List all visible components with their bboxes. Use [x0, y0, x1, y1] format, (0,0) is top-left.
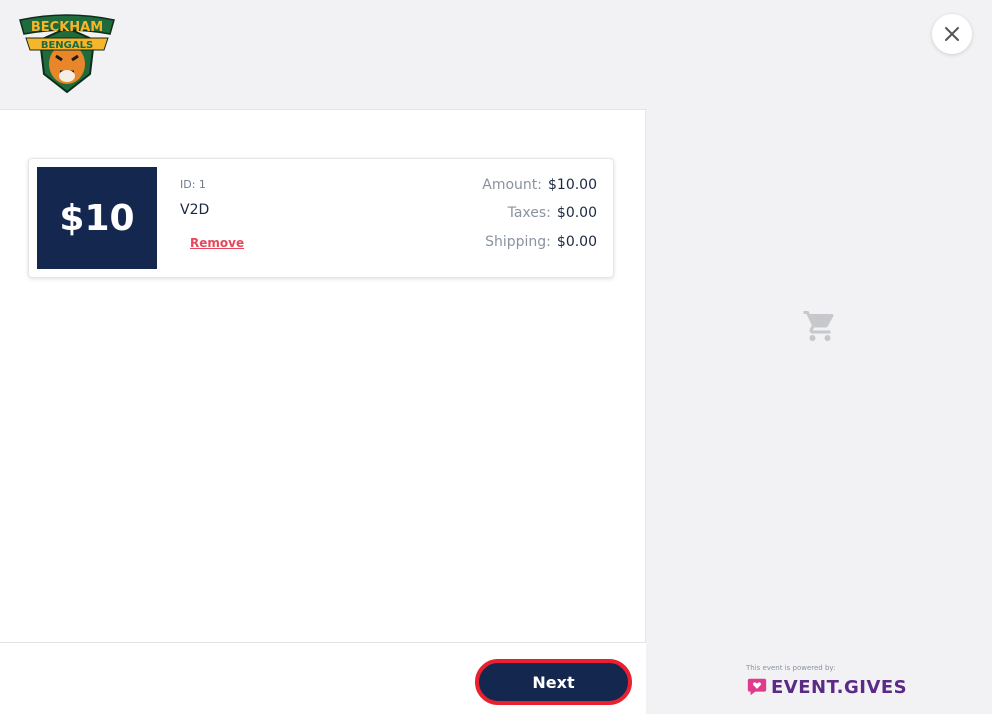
- cart-panel: BECKHAM BENGALS $10 ID: 1 V2D Remove Amo…: [0, 0, 646, 714]
- logo-bottom-text: BENGALS: [41, 40, 93, 51]
- amount-row: Amount: $10.00: [482, 177, 597, 193]
- next-button[interactable]: Next: [475, 659, 632, 705]
- amount-value: $10.00: [548, 177, 597, 193]
- taxes-row: Taxes: $0.00: [508, 205, 597, 221]
- item-name: V2D: [180, 202, 210, 218]
- cart-icon: [803, 311, 834, 341]
- header: BECKHAM BENGALS: [0, 0, 646, 110]
- shipping-row: Shipping: $0.00: [485, 234, 597, 250]
- beckham-bengals-logo: BECKHAM BENGALS: [19, 14, 115, 94]
- heart-chat-icon: [747, 678, 767, 696]
- close-icon: [945, 27, 959, 41]
- remove-button[interactable]: Remove: [190, 236, 244, 250]
- taxes-value: $0.00: [556, 205, 597, 221]
- event-gives-brand[interactable]: EVENT.GIVES: [746, 676, 907, 698]
- footer: Next: [0, 642, 646, 714]
- cart-item-card: $10 ID: 1 V2D Remove Amount: $10.00 Taxe…: [28, 158, 614, 278]
- powered-by-text: This event is powered by:: [746, 664, 836, 672]
- shipping-label: Shipping:: [485, 234, 551, 250]
- close-button[interactable]: [932, 14, 972, 54]
- item-id: ID: 1: [180, 178, 206, 191]
- price-tile: $10: [37, 167, 157, 269]
- taxes-label: Taxes:: [507, 205, 551, 221]
- brand-name: EVENT.GIVES: [771, 676, 908, 698]
- shipping-value: $0.00: [556, 234, 597, 250]
- logo-top-text: BECKHAM: [31, 20, 103, 35]
- amount-label: Amount:: [482, 177, 542, 193]
